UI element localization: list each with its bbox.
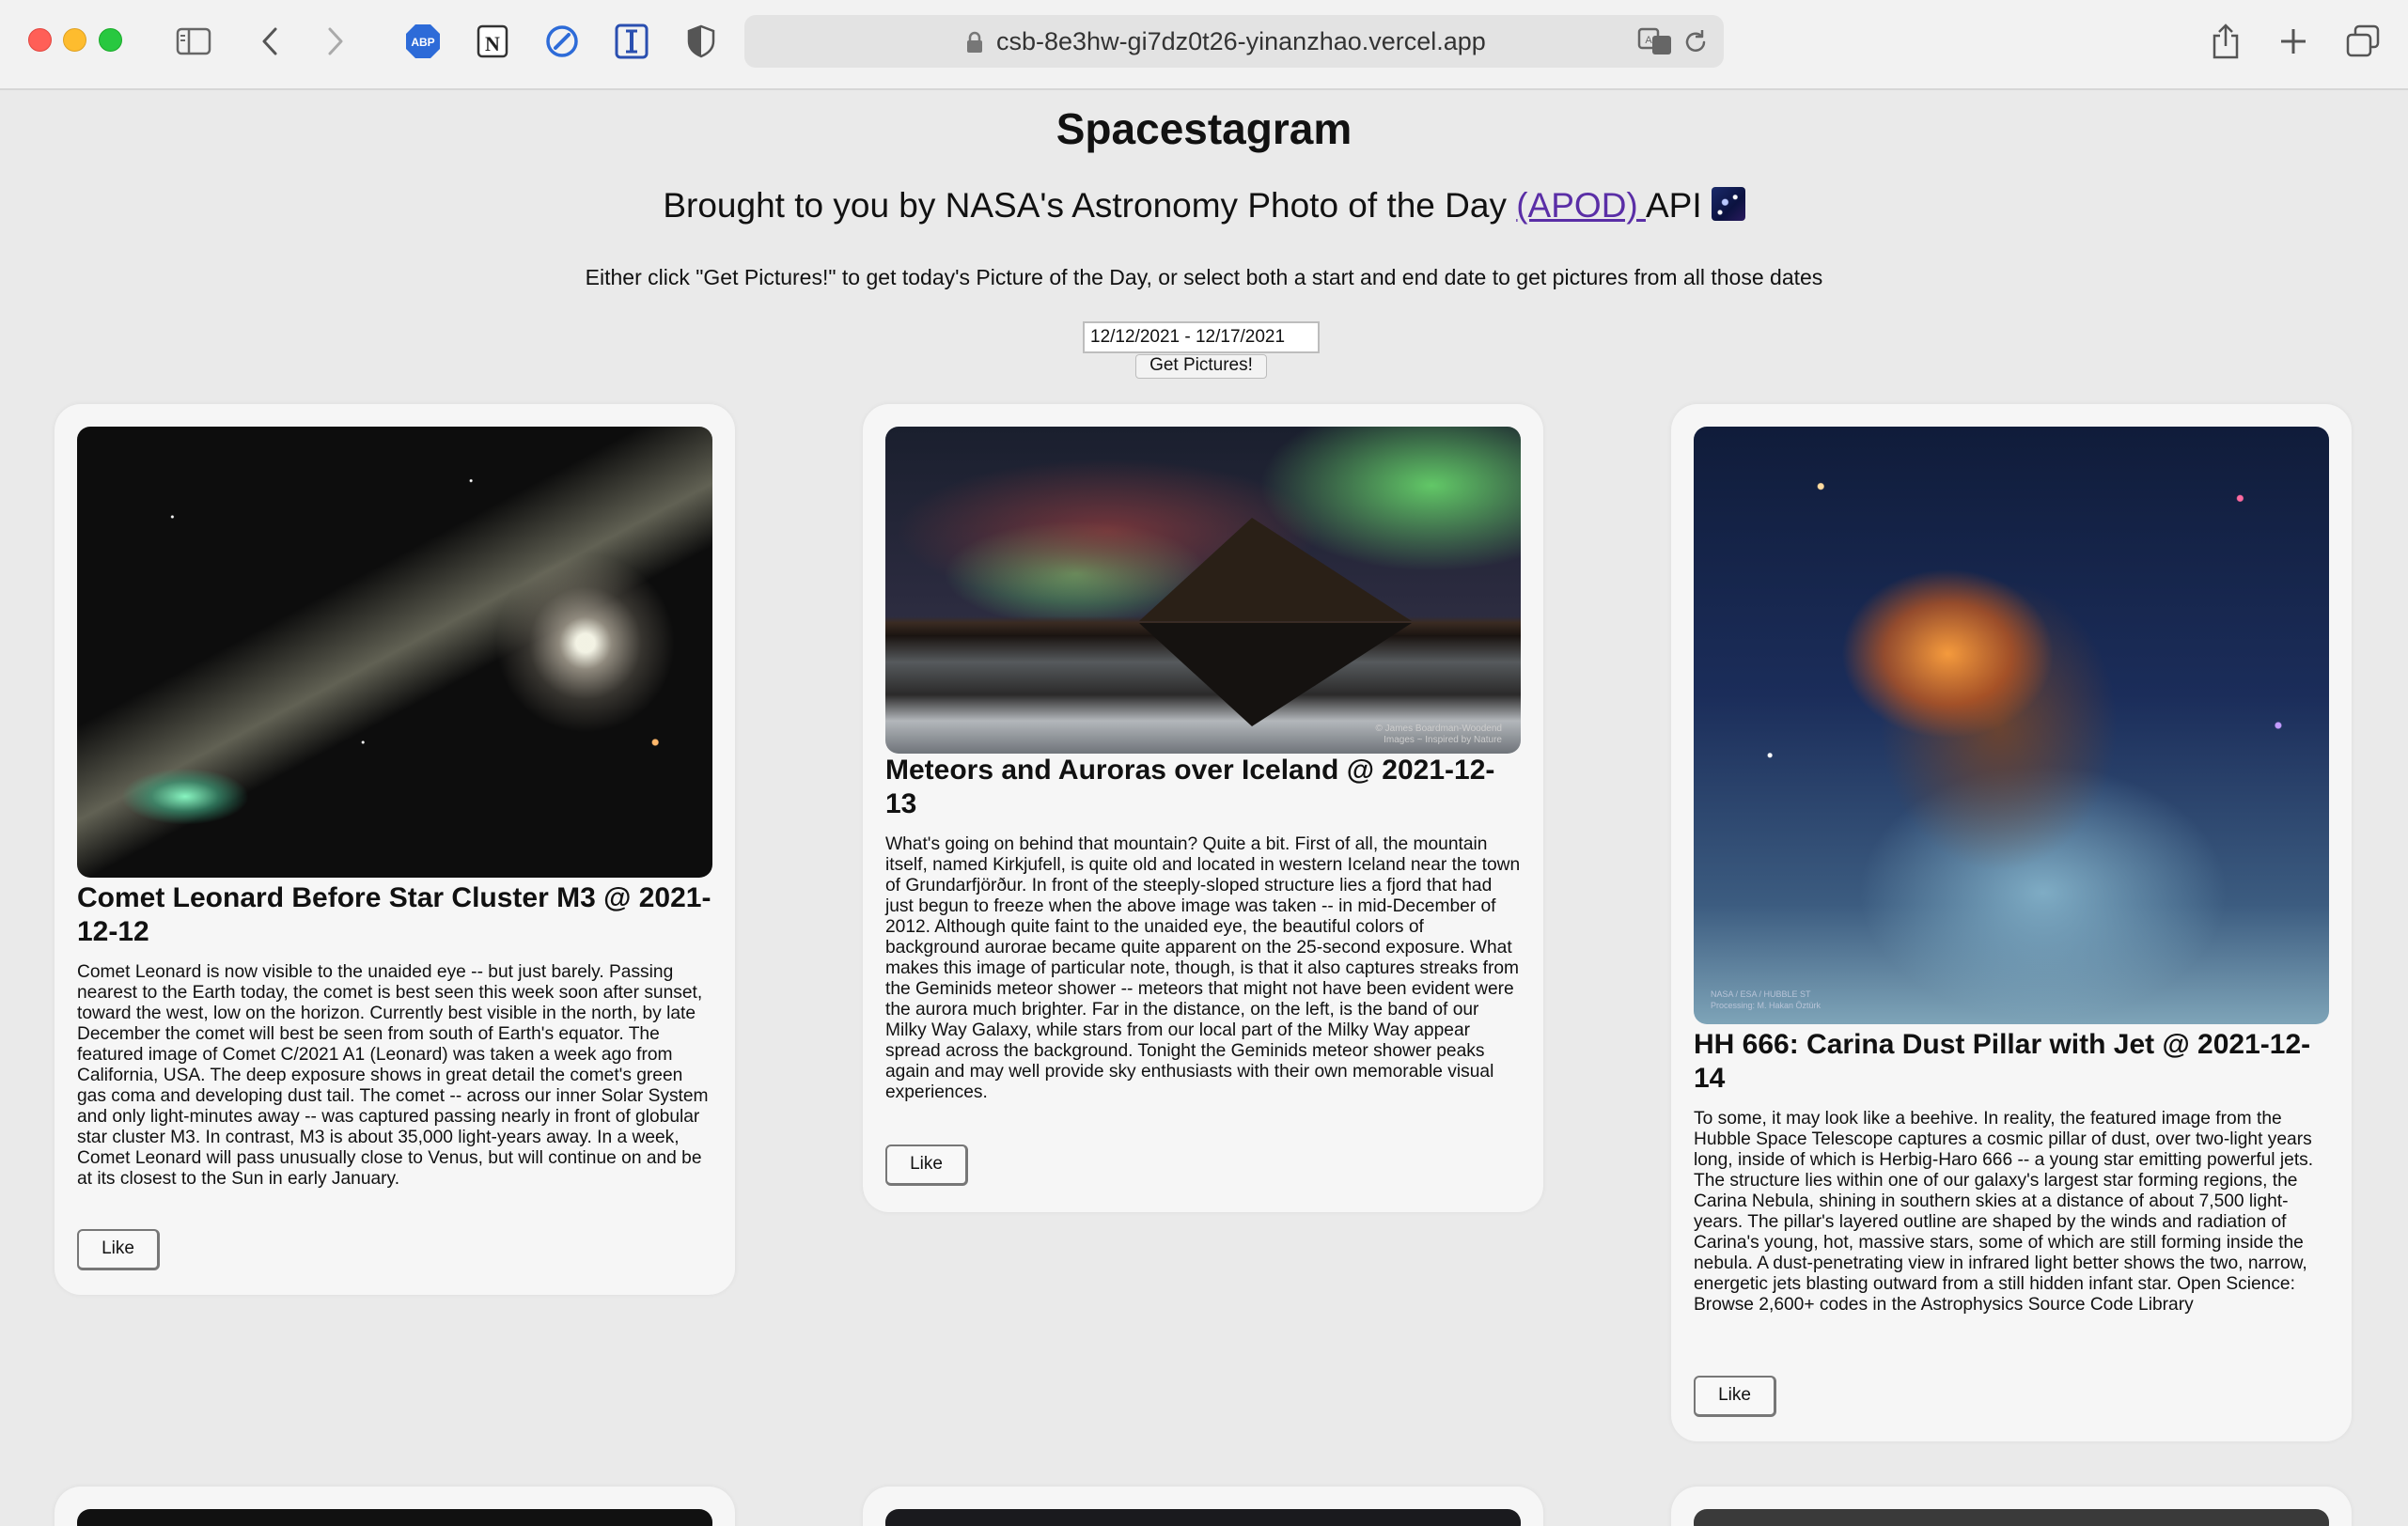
- card-title: Comet Leonard Before Star Cluster M3 @ 2…: [77, 882, 711, 947]
- like-button[interactable]: Like: [885, 1144, 968, 1186]
- notion-extension-icon[interactable]: N: [474, 21, 511, 62]
- compass-extension-icon[interactable]: [543, 21, 581, 62]
- instructions-text: Either click "Get Pictures!" to get toda…: [585, 265, 1823, 289]
- subtitle-suffix: API: [1645, 186, 1702, 225]
- close-window-button[interactable]: [28, 28, 52, 52]
- apod-photo-partial: [77, 1509, 712, 1526]
- adblock-extension-icon[interactable]: ABP: [402, 21, 444, 62]
- zoom-window-button[interactable]: [99, 28, 122, 52]
- sidebar-toggle-icon[interactable]: [173, 21, 214, 62]
- apod-photo-partial: [1694, 1509, 2329, 1526]
- reload-icon[interactable]: [1682, 27, 1709, 60]
- card-explanation: Comet Leonard is now visible to the unai…: [77, 962, 709, 1189]
- galaxy-icon: [1711, 187, 1745, 221]
- page-title: Spacestagram: [1055, 104, 1353, 153]
- photo-credit: NASA / ESA / HUBBLE ST Processing: M. Ha…: [1711, 989, 1822, 1010]
- apod-card: Comet Leonard Before Star Cluster M3 @ 2…: [55, 404, 735, 1295]
- translate-icon[interactable]: A: [1637, 26, 1673, 61]
- apod-card-partial: [55, 1487, 735, 1526]
- like-button[interactable]: Like: [1694, 1376, 1776, 1417]
- svg-text:A: A: [1645, 35, 1652, 46]
- browser-toolbar: ABP N csb-8e3hw-gi7dz0t26-yinanzhao.verc…: [0, 0, 2408, 90]
- apod-photo-comet: [77, 427, 712, 878]
- svg-text:N: N: [485, 32, 500, 55]
- new-tab-icon[interactable]: [2275, 21, 2312, 62]
- apod-card: NASA / ESA / HUBBLE ST Processing: M. Ha…: [1671, 404, 2352, 1441]
- like-button[interactable]: Like: [77, 1229, 160, 1270]
- apod-photo-iceland: © James Boardman-Woodend Images ~ Inspir…: [885, 427, 1521, 754]
- privacy-shield-icon[interactable]: [682, 21, 720, 62]
- card-explanation: What's going on behind that mountain? Qu…: [885, 834, 1521, 1102]
- date-range-input[interactable]: 12/12/2021 - 12/17/2021: [1083, 321, 1320, 353]
- card-title: HH 666: Carina Dust Pillar with Jet @ 20…: [1694, 1029, 2311, 1094]
- apod-card: © James Boardman-Woodend Images ~ Inspir…: [863, 404, 1543, 1212]
- share-icon[interactable]: [2207, 21, 2244, 62]
- forward-icon[interactable]: [321, 21, 350, 62]
- card-explanation: To some, it may look like a beehive. In …: [1694, 1109, 2314, 1315]
- address-bar[interactable]: csb-8e3hw-gi7dz0t26-yinanzhao.vercel.app…: [744, 15, 1724, 68]
- address-url[interactable]: csb-8e3hw-gi7dz0t26-yinanzhao.vercel.app: [996, 27, 1486, 56]
- card-title: Meteors and Auroras over Iceland @ 2021-…: [885, 755, 1495, 819]
- apod-card-partial: [863, 1487, 1543, 1526]
- lock-icon: [966, 31, 983, 58]
- apod-photo-carina: NASA / ESA / HUBBLE ST Processing: M. Ha…: [1694, 427, 2329, 1024]
- get-pictures-button[interactable]: Get Pictures!: [1135, 354, 1267, 379]
- apod-photo-partial: [885, 1509, 1521, 1526]
- page-subtitle: Brought to you by NASA's Astronomy Photo…: [0, 186, 2408, 226]
- minimize-window-button[interactable]: [63, 28, 86, 52]
- mountain-reflection: [1139, 622, 1413, 726]
- mountain-shape: [1139, 518, 1413, 622]
- back-icon[interactable]: [256, 21, 284, 62]
- svg-text:ABP: ABP: [411, 36, 434, 49]
- subtitle-prefix: Brought to you by NASA's Astronomy Photo…: [663, 186, 1517, 225]
- page-content: Spacestagram Brought to you by NASA's As…: [0, 92, 2408, 1526]
- apod-link[interactable]: (APOD): [1516, 186, 1646, 225]
- apod-card-partial: [1671, 1487, 2352, 1526]
- tab-overview-icon[interactable]: [2342, 21, 2384, 62]
- photo-credit: © James Boardman-Woodend Images ~ Inspir…: [1375, 724, 1502, 745]
- instapaper-extension-icon[interactable]: [613, 21, 650, 62]
